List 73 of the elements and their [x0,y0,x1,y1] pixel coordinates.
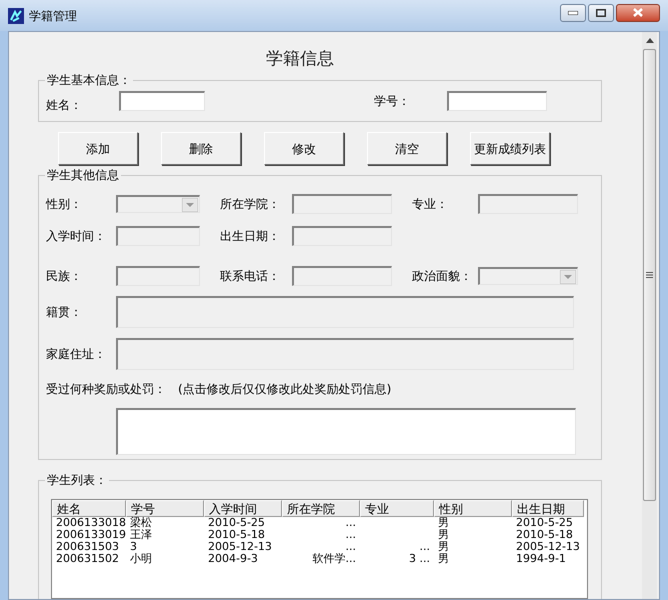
table-cell: 梁松 [130,516,152,529]
field-label: 家庭住址： [46,346,107,364]
column-header[interactable]: 姓名 [52,500,126,517]
table-cell: 2004-9-3 [208,552,258,565]
table-cell: 2010-5-18 [516,528,573,541]
table-cell: 2010-5-18 [208,528,265,541]
field-label: 受过何种奖励或处罚： [46,381,166,398]
input-field[interactable] [447,91,547,112]
table-cell: ... [346,516,356,529]
group-legend: 学生其他信息 [45,167,121,184]
field-label: 专业： [412,196,449,214]
table-cell: 男 [438,552,449,565]
close-button[interactable] [616,4,660,22]
scrollbar[interactable] [642,32,657,599]
table-cell: 3 [130,540,137,553]
form-heading: 学籍信息 [266,48,334,70]
action-button[interactable]: 修改 [264,132,344,166]
maximize-icon [596,8,606,16]
group-legend: 学生基本信息： [45,72,133,88]
field-label: 入学时间： [46,228,107,246]
table-cell: 小明 [130,552,152,565]
table-cell: 男 [438,528,449,541]
input-field[interactable] [119,91,205,112]
table-cell: 软件学... [312,552,356,565]
table-cell: 200631502 [56,552,119,565]
field-label: 籍贯： [46,304,83,322]
action-button[interactable]: 清空 [367,132,447,166]
table-cell: 2005-12-13 [208,540,272,553]
table-cell: 男 [438,540,449,553]
maximize-button[interactable] [588,4,614,22]
field-label: 姓名： [46,97,83,114]
table-cell: 1994-9-1 [516,552,566,565]
table-cell: 2006133019 [56,528,126,541]
scroll-up-icon [646,38,654,43]
minimize-icon [568,10,578,14]
grip-icon [646,272,653,278]
table-cell: ... [420,540,430,553]
column-header[interactable]: 性别 [434,500,512,517]
caret-icon [560,270,576,284]
table-cell: ... [346,528,356,541]
field-label: 出生日期： [220,228,281,246]
field-label: 民族： [46,268,83,286]
text-area[interactable] [116,408,576,456]
action-button[interactable]: 删除 [161,132,241,166]
action-button[interactable]: 添加 [58,132,138,166]
table-cell: 王泽 [130,528,152,541]
window-title: 学籍管理 [29,8,77,24]
column-header[interactable]: 所在学院 [282,500,360,517]
column-header[interactable]: 专业 [360,500,434,517]
hint-text: (点击修改后仅仅修改此处奖励处罚信息) [178,381,392,398]
caret-icon [182,198,198,212]
column-header[interactable]: 入学时间 [204,500,282,517]
column-header[interactable]: 学号 [126,500,204,517]
close-icon [633,8,643,17]
field-label: 所在学院： [220,196,281,214]
table-cell: 2010-5-25 [208,516,265,529]
table-cell: ... [346,540,356,553]
minimize-button[interactable] [560,4,586,22]
action-button[interactable]: 更新成绩列表 [470,132,550,166]
field-label: 政治面貌： [412,268,473,286]
field-label: 性别： [46,196,83,214]
app-icon [8,8,24,24]
field-label: 学号： [374,93,411,110]
group-legend: 学生列表： [45,472,109,488]
table-cell: 2005-12-13 [516,540,580,553]
field-label: 联系电话： [220,268,281,286]
table-cell: 3 ... [409,552,430,565]
table-cell: 2010-5-25 [516,516,573,529]
table-cell: 200631503 [56,540,119,553]
table-cell: 男 [438,516,449,529]
table-cell: 2006133018 [56,516,126,529]
column-header[interactable]: 出生日期 [512,500,584,517]
scroll-thumb[interactable] [643,49,656,501]
